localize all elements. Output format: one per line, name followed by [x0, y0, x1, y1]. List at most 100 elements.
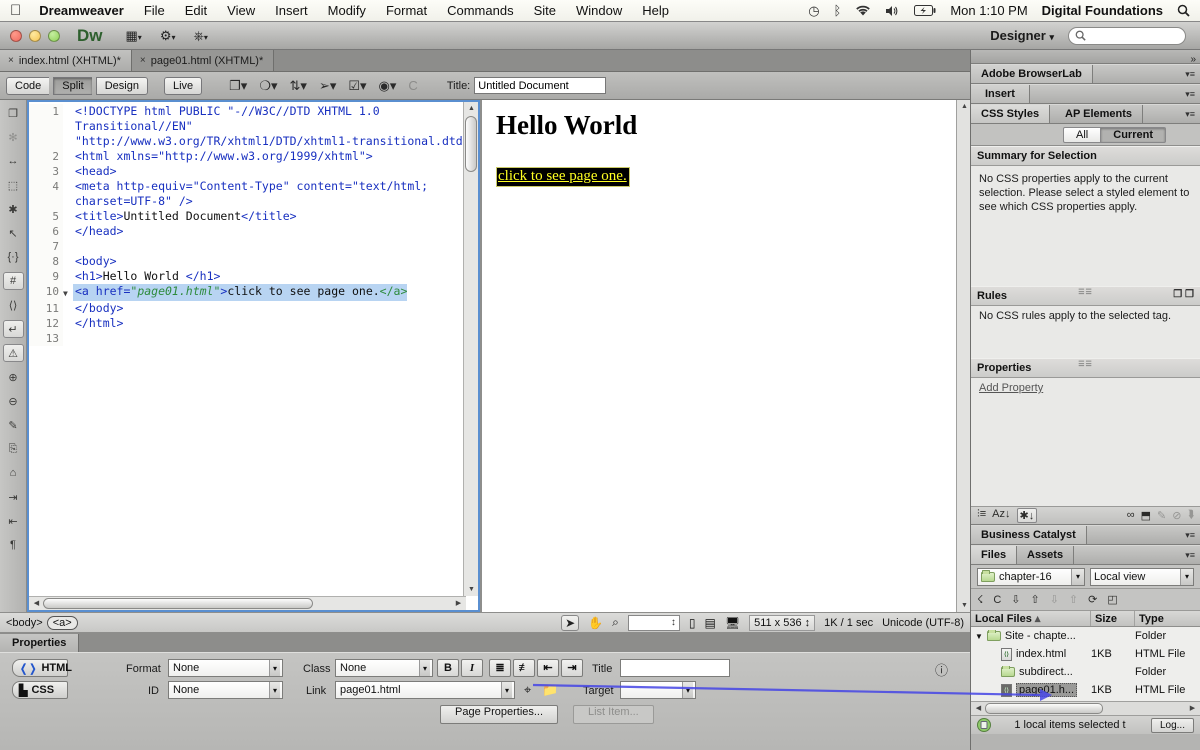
log-button[interactable]: Log... [1150, 717, 1194, 733]
file-name[interactable]: index.html [1016, 648, 1066, 660]
format-source-code-icon[interactable]: ¶ [3, 536, 24, 554]
class-select[interactable]: None ▾ [335, 659, 433, 677]
tablet-size-icon[interactable]: ▤ [705, 616, 716, 630]
minimize-window-button[interactable] [29, 29, 41, 42]
tab-ap-elements[interactable]: AP Elements [1055, 105, 1144, 123]
refresh-icon[interactable]: C [993, 594, 1001, 606]
bold-button[interactable]: B [437, 659, 459, 677]
scrollbar-thumb[interactable] [985, 703, 1103, 714]
magnification-select[interactable]: ↕ [627, 614, 680, 631]
wifi-icon[interactable] [855, 5, 871, 17]
recent-snippets-icon[interactable]: ⎘ [3, 440, 24, 458]
multiscreen-preview-icon[interactable]: ❐▾ [224, 78, 252, 94]
add-property-link[interactable]: Add Property [979, 382, 1043, 394]
open-documents-icon[interactable]: ❐ [3, 104, 24, 122]
mobile-size-icon[interactable]: ▯ [689, 616, 696, 630]
code-line-2[interactable]: 2 <html xmlns="http://www.w3.org/1999/xht… [29, 149, 462, 164]
file-name[interactable]: Site - chapte... [1005, 630, 1076, 642]
extend-dreamweaver-button[interactable]: ⚙▾ [160, 28, 176, 44]
menu-item-site[interactable]: Site [524, 3, 566, 18]
scrollbar-thumb[interactable] [43, 598, 313, 609]
insert-panel-header[interactable]: Insert ▾≡ [971, 84, 1200, 104]
window-size-select[interactable]: 511 x 536 ↕ [749, 614, 816, 631]
attach-style-sheet-icon[interactable]: ∞ [1127, 509, 1135, 522]
css-all-button[interactable]: All [1063, 126, 1102, 143]
id-select[interactable]: None ▾ [168, 681, 283, 699]
highlight-invalid-code-icon[interactable]: ⟨⟩ [3, 296, 24, 314]
get-files-icon[interactable]: ⇩ [1011, 593, 1020, 606]
menu-item-help[interactable]: Help [632, 3, 679, 18]
show-set-properties-icon[interactable]: ✱↓ [1016, 508, 1038, 523]
volume-icon[interactable] [885, 5, 900, 17]
zoom-window-button[interactable] [48, 29, 60, 42]
site-select[interactable]: chapter-16 ▾ [977, 567, 1085, 586]
code-horizontal-scrollbar[interactable]: ◀ ▶ [29, 596, 466, 610]
outdent-icon[interactable]: ⇤ [537, 659, 559, 677]
collapse-selection-icon[interactable]: ⬚ [3, 176, 24, 194]
menu-item-insert[interactable]: Insert [265, 3, 318, 18]
spotlight-icon[interactable] [1177, 4, 1190, 17]
layout-menu-button[interactable]: ▦▾ [126, 28, 142, 44]
scroll-left-icon[interactable]: ◀ [29, 597, 44, 610]
connect-remote-icon[interactable]: ☇ [977, 593, 983, 606]
expand-all-icon[interactable]: ✱ [3, 200, 24, 218]
menu-item-edit[interactable]: Edit [175, 3, 217, 18]
scroll-right-icon[interactable]: ▶ [451, 597, 466, 610]
scroll-down-icon[interactable]: ▼ [464, 583, 478, 596]
browserlab-panel-header[interactable]: Adobe BrowserLab ▾≡ [971, 64, 1200, 84]
show-category-view-icon[interactable]: ⫶≡ [977, 508, 986, 523]
code-line-7[interactable]: 7 [29, 239, 462, 254]
hand-tool-icon[interactable]: ✋ [588, 616, 603, 630]
file-name[interactable]: page01.h... [1016, 683, 1078, 697]
desktop-size-icon[interactable]: 🖥 [725, 616, 740, 630]
expander-icon[interactable]: ▼ [975, 632, 983, 641]
synchronize-icon[interactable]: ⟳ [1088, 593, 1097, 606]
outdent-code-icon[interactable]: ⇤ [3, 512, 24, 530]
menu-item-modify[interactable]: Modify [318, 3, 376, 18]
close-icon[interactable]: × [140, 55, 146, 66]
code-line-13[interactable]: 13 [29, 331, 462, 346]
code-line-8[interactable]: 8 <body> [29, 254, 462, 269]
code-line-10[interactable]: 10 ▼ <a href="page01.html">click to see pa… [29, 284, 462, 301]
menu-item-commands[interactable]: Commands [437, 3, 523, 18]
zoom-tool-icon[interactable]: ⌕ [612, 615, 619, 630]
link-combo[interactable]: page01.html ▾ [335, 681, 515, 699]
link-title-input[interactable] [620, 659, 730, 677]
collapse-full-tag-icon[interactable]: ↔ [3, 152, 24, 170]
cascade-view-icon[interactable]: ❐ ❐ [1173, 289, 1194, 300]
put-files-icon[interactable]: ⇧ [1030, 593, 1039, 606]
file-row-subdirect-[interactable]: subdirect... Folder [971, 663, 1200, 681]
validate-markup-icon[interactable]: ☑▾ [343, 78, 371, 94]
select-parent-tag-icon[interactable]: ↖ [3, 224, 24, 242]
syntax-error-alerts-icon[interactable]: ⚠ [2, 344, 24, 362]
battery-icon[interactable] [914, 5, 936, 16]
menubar-user[interactable]: Digital Foundations [1042, 3, 1163, 18]
design-view-pane[interactable]: Hello World click to see page one. [482, 100, 956, 612]
live-view-button[interactable]: Live [163, 76, 203, 95]
apply-comment-icon[interactable]: ⊕ [3, 368, 24, 386]
line-numbers-icon[interactable]: # [2, 272, 24, 290]
menu-item-dreamweaver[interactable]: Dreamweaver [29, 3, 134, 18]
panel-menu-icon[interactable]: ▾≡ [1185, 530, 1195, 541]
indent-icon[interactable]: ⇥ [561, 659, 583, 677]
tab-page01-html[interactable]: × page01.html (XHTML)* [131, 50, 275, 71]
design-vertical-scrollbar[interactable]: ▲ ▼ [956, 100, 970, 612]
scrollbar-thumb[interactable] [465, 116, 477, 172]
page-properties-button[interactable]: Page Properties... [440, 705, 559, 724]
design-heading[interactable]: Hello World [496, 110, 956, 141]
code-lines[interactable]: 1 <!DOCTYPE html PUBLIC "-//W3C//DTD XHTM… [29, 104, 477, 346]
menu-item-window[interactable]: Window [566, 3, 632, 18]
scroll-right-icon[interactable]: ▶ [1185, 702, 1200, 715]
menubar-clock[interactable]: Mon 1:10 PM [950, 3, 1027, 18]
html-mode-button[interactable]: ❬❭ HTML [12, 659, 72, 677]
code-navigator-icon[interactable]: ➢▾ [314, 78, 341, 94]
app-search-input[interactable] [1068, 26, 1186, 45]
code-vertical-scrollbar[interactable]: ▲ ▼ [463, 102, 478, 596]
select-tool-icon[interactable]: ➤ [561, 614, 580, 631]
tag-selector-a[interactable]: <a> [46, 615, 78, 630]
site-menu-button[interactable]: ⎈▾ [193, 28, 207, 44]
tab-files[interactable]: Files [971, 546, 1018, 564]
view-select[interactable]: Local view ▾ [1090, 567, 1194, 586]
help-icon[interactable]: ⓘ [935, 660, 948, 679]
tag-selector-body[interactable]: <body> [6, 617, 43, 629]
